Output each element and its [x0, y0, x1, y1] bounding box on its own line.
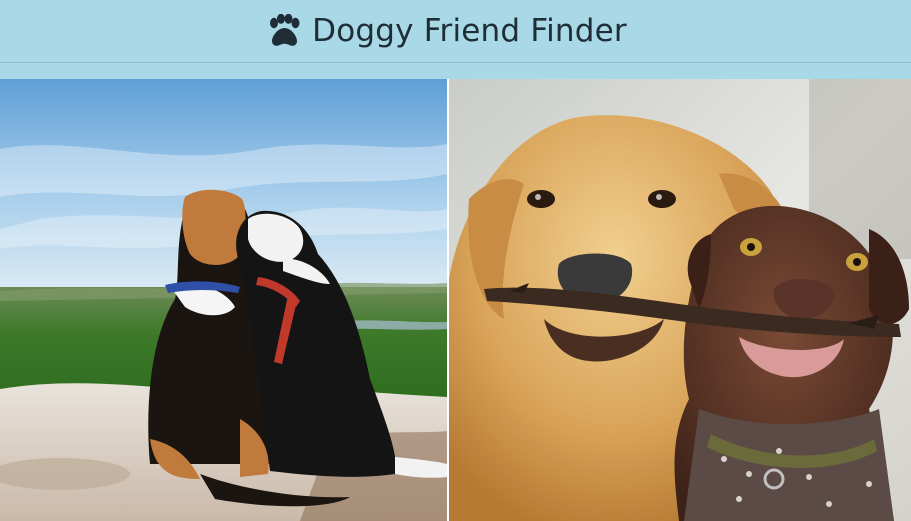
header-brand: Doggy Friend Finder [266, 14, 627, 48]
photo-illustration-right [449, 79, 911, 521]
app-header: Doggy Friend Finder [0, 0, 911, 63]
page-title: Doggy Friend Finder [312, 12, 627, 49]
dogs-sharing-stick-photo[interactable] [449, 79, 911, 521]
photo-illustration-left [0, 79, 447, 521]
dogs-hugging-on-cliff-photo[interactable] [0, 79, 447, 521]
header-divider-strip [0, 63, 911, 79]
paw-icon [270, 14, 300, 46]
